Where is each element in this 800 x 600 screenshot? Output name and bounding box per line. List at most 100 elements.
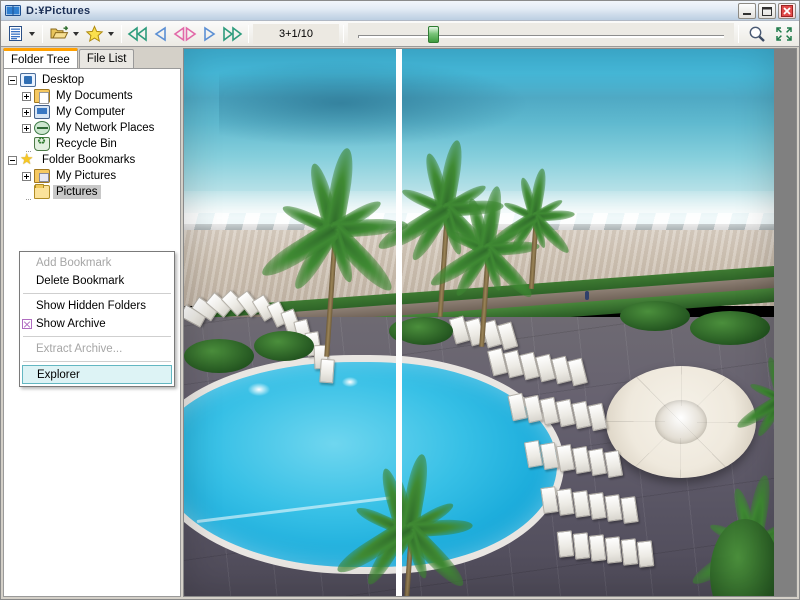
chevron-down-icon[interactable] — [108, 31, 114, 36]
expand-icon[interactable] — [22, 123, 31, 133]
open-folder-dropdown[interactable] — [47, 23, 82, 45]
menu-item-extract-archive: Extract Archive... — [20, 340, 174, 358]
tree-item-label: Desktop — [42, 74, 85, 86]
menu-item-show-hidden-folders[interactable]: Show Hidden Folders — [20, 297, 174, 315]
photo-scene-right — [402, 49, 774, 596]
collapse-icon[interactable] — [8, 75, 17, 85]
toolbar-separator — [738, 24, 739, 43]
viewer-background — [774, 49, 796, 596]
chevron-down-icon[interactable] — [29, 31, 35, 36]
star-icon — [20, 150, 36, 168]
page-slider[interactable] — [348, 22, 734, 45]
menu-item-explorer[interactable]: Explorer — [22, 365, 172, 384]
toolbar: 3+1/10 — [1, 21, 799, 47]
tree-item-label: Recycle Bin — [56, 138, 117, 150]
page-counter: 3+1/10 — [253, 23, 339, 44]
fullscreen-icon[interactable] — [771, 23, 797, 45]
image-page-left[interactable] — [184, 49, 396, 596]
sun-lounger — [319, 358, 335, 384]
menu-separator — [23, 293, 171, 294]
tree-item-label: My Documents — [56, 90, 133, 102]
book-icon — [5, 4, 21, 18]
menu-item-label: Show Hidden Folders — [36, 300, 146, 312]
tree-item-my-network-places[interactable]: My Network Places — [4, 120, 180, 136]
photo-scene-left — [184, 49, 396, 596]
checkbox-checked-icon[interactable] — [22, 319, 32, 329]
close-button[interactable] — [778, 2, 796, 19]
my-documents-icon — [34, 89, 50, 104]
left-pane: Folder Tree File List Desktop My Document… — [1, 48, 183, 599]
expand-icon[interactable] — [22, 171, 31, 181]
pane-tabs: Folder Tree File List — [1, 48, 183, 68]
menu-item-label: Delete Bookmark — [36, 275, 125, 287]
menu-item-label: Add Bookmark — [36, 257, 112, 269]
shrub — [620, 301, 690, 331]
tree-item-my-pictures[interactable]: My Pictures — [4, 168, 180, 184]
tree-item-folder-bookmarks[interactable]: Folder Bookmarks — [4, 150, 180, 168]
previous-page-icon[interactable] — [150, 23, 172, 45]
image-viewer-window: D:¥Pictures 3+1/10 Folder Tree File List… — [0, 0, 800, 600]
menu-item-delete-bookmark[interactable]: Delete Bookmark — [20, 272, 174, 290]
palm-tree — [734, 349, 774, 477]
pictures-folder-icon — [34, 169, 50, 183]
expand-icon[interactable] — [22, 91, 31, 101]
sun-lounger — [603, 449, 624, 479]
palm-tree — [489, 167, 578, 289]
toolbar-separator — [248, 24, 249, 43]
sun-lounger — [636, 540, 655, 568]
sun-lounger — [620, 538, 639, 566]
palm-tree — [374, 144, 396, 317]
image-page-right[interactable] — [402, 49, 774, 596]
image-viewer[interactable] — [183, 48, 797, 597]
slider-thumb[interactable] — [427, 25, 439, 43]
minimize-button[interactable] — [738, 2, 756, 19]
bookmark-dropdown[interactable] — [82, 23, 117, 45]
sun-lounger — [567, 357, 588, 387]
tree-item-label: My Network Places — [56, 122, 155, 134]
menu-item-show-archive[interactable]: Show Archive — [20, 315, 174, 333]
palm-tree — [402, 452, 478, 596]
sun-lounger — [572, 532, 591, 560]
folder-context-menu[interactable]: Add Bookmark Delete Bookmark Show Hidden F… — [19, 251, 175, 387]
window-controls — [738, 2, 796, 19]
open-folder-icon — [34, 184, 50, 199]
shrub — [254, 331, 314, 361]
recycle-bin-icon — [34, 136, 50, 151]
palm-tree — [332, 452, 396, 596]
slider-track — [358, 34, 724, 38]
first-page-icon[interactable] — [126, 23, 150, 45]
my-computer-icon — [34, 105, 50, 119]
view-mode-dropdown[interactable] — [3, 23, 38, 45]
tree-item-label: My Computer — [56, 106, 126, 118]
tree-item-pictures[interactable]: Pictures — [4, 184, 180, 200]
toolbar-separator — [121, 24, 122, 43]
star-bookmark-icon[interactable] — [83, 23, 105, 45]
tab-folder-tree[interactable]: Folder Tree — [3, 48, 78, 68]
menu-separator — [23, 361, 171, 362]
magnifier-icon[interactable] — [743, 23, 771, 45]
next-page-icon[interactable] — [198, 23, 220, 45]
split-page-icon[interactable] — [172, 23, 198, 45]
tab-label: File List — [86, 53, 127, 65]
desktop-icon — [20, 73, 36, 87]
open-folder-icon[interactable] — [48, 23, 70, 45]
collapse-icon[interactable] — [8, 155, 17, 165]
last-page-icon[interactable] — [220, 23, 244, 45]
list-view-icon[interactable] — [4, 23, 26, 45]
toolbar-separator — [42, 24, 43, 43]
expand-icon[interactable] — [22, 107, 31, 117]
tree-item-my-documents[interactable]: My Documents — [4, 88, 180, 104]
menu-separator — [23, 336, 171, 337]
tree-item-label: Pictures — [53, 185, 101, 199]
tree-item-desktop[interactable]: Desktop — [4, 72, 180, 88]
tree-item-my-computer[interactable]: My Computer — [4, 104, 180, 120]
sun-lounger — [604, 536, 623, 564]
chevron-down-icon[interactable] — [73, 31, 79, 36]
tree-item-label: Folder Bookmarks — [42, 154, 136, 166]
maximize-button[interactable] — [758, 2, 776, 19]
sun-lounger — [556, 530, 575, 558]
tab-file-list[interactable]: File List — [78, 49, 135, 68]
menu-item-label: Explorer — [37, 368, 80, 381]
window-title: D:¥Pictures — [26, 4, 91, 17]
toolbar-separator — [343, 24, 344, 43]
